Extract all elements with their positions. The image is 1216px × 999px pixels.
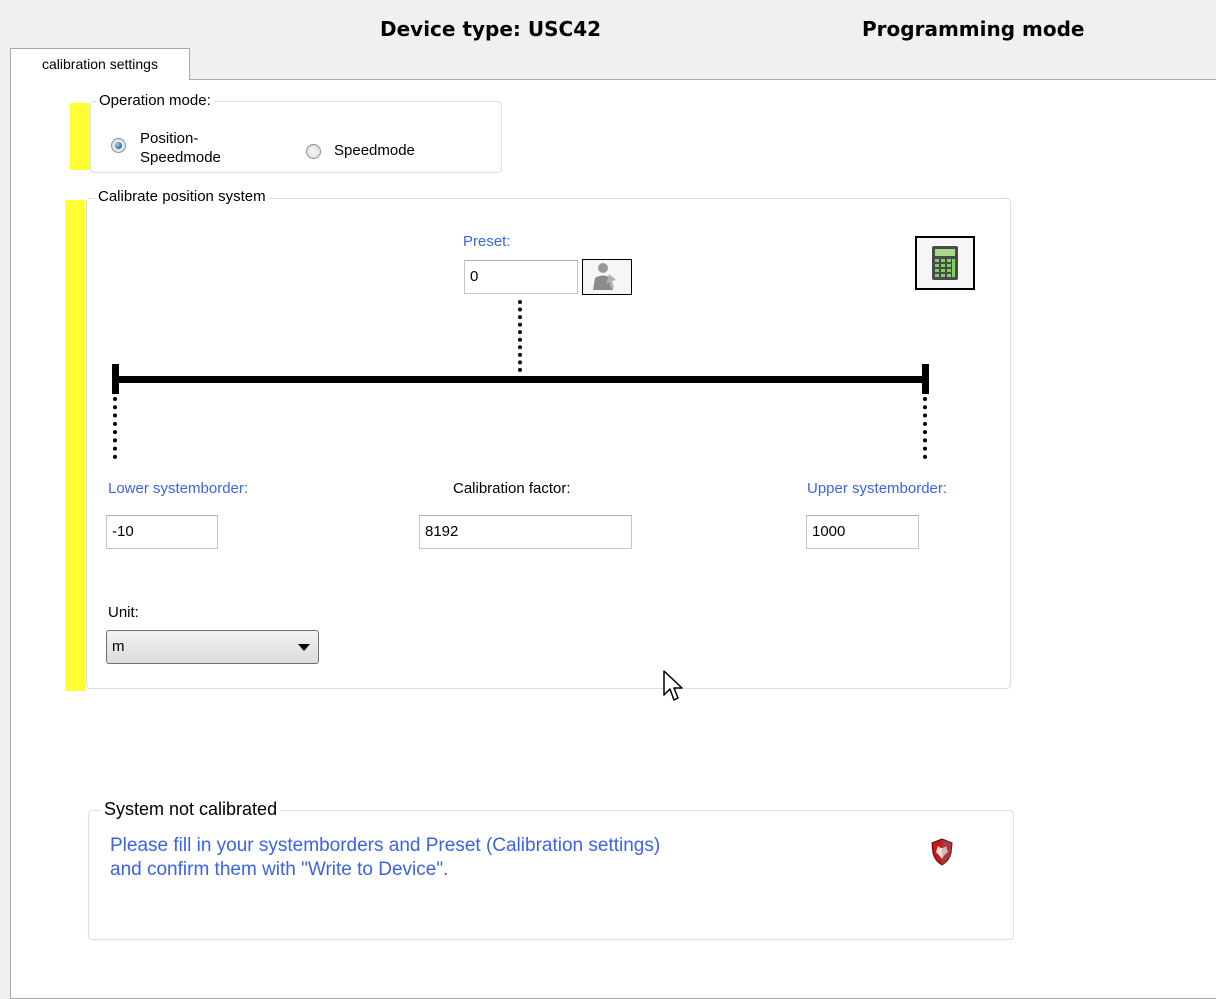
calibration-factor-input[interactable]: 8192 bbox=[419, 515, 632, 549]
calibrate-marker bbox=[65, 200, 85, 691]
radio-speedmode[interactable] bbox=[306, 144, 321, 159]
upper-systemborder-label: Upper systemborder: bbox=[807, 480, 948, 497]
operation-mode-label: Operation mode: bbox=[96, 92, 214, 109]
lower-systemborder-input[interactable]: -10 bbox=[106, 515, 218, 549]
shield-warning-icon bbox=[931, 838, 953, 866]
calculator-button[interactable] bbox=[915, 236, 975, 290]
status-title: System not calibrated bbox=[101, 799, 281, 820]
calibrate-label: Calibrate position system bbox=[95, 188, 269, 205]
upper-systemborder-input[interactable]: 1000 bbox=[806, 515, 919, 549]
radio-speedmode-label[interactable]: Speedmode bbox=[334, 142, 415, 159]
preset-set-icon bbox=[593, 263, 616, 290]
system-scale-line bbox=[113, 376, 928, 383]
calculator-icon bbox=[932, 246, 958, 280]
upper-border-tick bbox=[922, 364, 929, 394]
dropdown-arrow-icon bbox=[298, 644, 310, 651]
preset-label: Preset: bbox=[463, 233, 511, 250]
unit-select[interactable]: m bbox=[106, 630, 319, 664]
preset-input[interactable]: 0 bbox=[464, 260, 578, 294]
lower-systemborder-label: Lower systemborder: bbox=[108, 480, 249, 497]
unit-select-value: m bbox=[112, 638, 125, 655]
calibration-factor-label: Calibration factor: bbox=[453, 480, 571, 497]
preset-connector-line bbox=[518, 300, 522, 372]
preset-set-button[interactable] bbox=[582, 259, 632, 295]
tab-calibration-settings[interactable]: calibration settings bbox=[10, 48, 190, 80]
upper-connector-line bbox=[923, 397, 927, 459]
lower-connector-line bbox=[113, 397, 117, 459]
unit-label: Unit: bbox=[108, 604, 139, 621]
radio-selected-icon bbox=[115, 142, 122, 149]
device-type-title: Device type: USC42 bbox=[380, 17, 602, 41]
programming-mode-title: Programming mode bbox=[862, 17, 1085, 41]
status-message: Please fill in your systemborders and Pr… bbox=[110, 835, 661, 880]
radio-position-speedmode[interactable] bbox=[111, 138, 126, 153]
lower-border-tick bbox=[112, 364, 119, 394]
operation-mode-marker bbox=[70, 103, 90, 170]
radio-position-speedmode-label[interactable]: Position- Speedmode bbox=[140, 129, 221, 167]
mouse-cursor-icon bbox=[663, 670, 683, 701]
